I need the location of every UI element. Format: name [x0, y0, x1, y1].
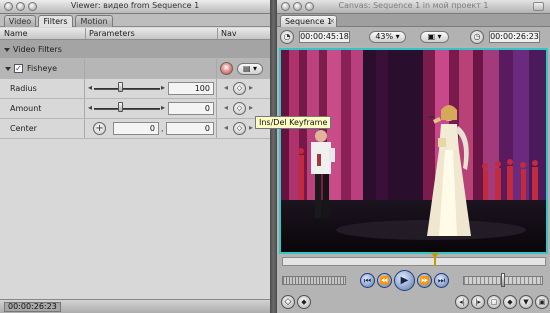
parameter-label-center: Center	[10, 124, 37, 133]
column-nav[interactable]: Nav	[221, 29, 237, 38]
parameter-row-amount: Amount ◂ ▸ 0 ◂ ◇ ▸	[0, 99, 270, 119]
shuttle-thumb[interactable]	[501, 273, 505, 287]
disclosure-triangle-icon[interactable]	[4, 48, 10, 52]
tab-motion[interactable]: Motion	[75, 15, 113, 27]
radius-value-field[interactable]: 100	[168, 82, 214, 95]
parameter-label-amount: Amount	[10, 104, 42, 113]
viewer-title: Viewer: видео from Sequence 1	[70, 1, 200, 10]
match-frame-icon[interactable]: ◇	[281, 295, 295, 309]
next-keyframe-icon[interactable]: ▸	[249, 83, 253, 92]
viewer-timecode[interactable]: 00:00:26:23	[4, 302, 61, 312]
view-mode-icon: ▣	[427, 32, 435, 41]
video-filters-section-row[interactable]: Video Filters	[0, 40, 270, 59]
stage-video-image	[281, 50, 546, 252]
sequence-tab-label: Sequence 1	[284, 17, 333, 26]
mark-clip-button[interactable]: ▢	[487, 295, 501, 309]
amount-slider-track[interactable]	[94, 108, 160, 110]
slider-increase-icon[interactable]: ▸	[161, 83, 165, 92]
close-tab-icon[interactable]: ×	[328, 16, 336, 27]
zoom-value: 43%	[375, 32, 394, 41]
radius-slider-track[interactable]	[94, 88, 160, 90]
add-keyframe-icon[interactable]: ◆	[503, 295, 517, 309]
next-keyframe-icon[interactable]: ▸	[249, 103, 253, 112]
playhead-line	[434, 257, 437, 266]
viewer-titlebar: Viewer: видео from Sequence 1	[0, 0, 270, 14]
canvas-titlebar: Canvas: Sequence 1 in мой проект 1	[277, 0, 550, 14]
point-select-crosshair-icon[interactable]: +	[93, 122, 106, 135]
section-label: Video Filters	[13, 45, 62, 54]
lock-icon[interactable]: ▣	[535, 295, 549, 309]
canvas-scrubber-bar[interactable]	[282, 257, 546, 266]
keyframe-button-amount[interactable]: ◇	[233, 102, 246, 115]
reset-icon[interactable]: ✕	[220, 62, 233, 75]
parameter-column-header: Name Parameters Nav	[0, 28, 270, 40]
amount-value-field[interactable]: 0	[168, 102, 214, 115]
duration-timecode-field[interactable]: 00:00:45:18	[299, 31, 350, 43]
center-separator: ,	[161, 124, 164, 133]
jog-control[interactable]	[282, 276, 346, 285]
keyframe-button-center[interactable]: ◇	[233, 122, 246, 135]
canvas-window: Canvas: Sequence 1 in мой проект 1 Seque…	[277, 0, 550, 313]
tab-filters[interactable]: Filters	[38, 15, 73, 27]
play-around-current-button[interactable]: ⏩	[417, 273, 432, 288]
parameter-row-center: Center + 0 , 0 ◂ ◇ ▸	[0, 119, 270, 139]
play-in-to-out-button[interactable]: ⏪	[377, 273, 392, 288]
column-parameters[interactable]: Parameters	[89, 29, 135, 38]
previous-keyframe-icon[interactable]: ◂	[224, 123, 228, 132]
slider-decrease-icon[interactable]: ◂	[88, 103, 92, 112]
slider-decrease-icon[interactable]: ◂	[88, 83, 92, 92]
disclosure-triangle-icon[interactable]	[5, 67, 11, 71]
canvas-toolbar: ◔ 00:00:45:18 43% ▾ ▣ ▾ ◷ 00:00:26:23	[277, 27, 550, 47]
chevron-down-icon: ▾	[393, 32, 400, 41]
canvas-bottom-buttons: ◇ ◆ ◂| |▸ ▢ ◆ ▼ ▣	[277, 294, 550, 312]
parameter-row-radius: Radius ◂ ▸ 100 ◂ ◇ ▸	[0, 79, 270, 99]
filter-name: Fisheye	[27, 64, 58, 73]
next-keyframe-icon[interactable]: ▸	[249, 123, 253, 132]
go-to-previous-edit-button[interactable]: ⏮	[360, 273, 375, 288]
play-button[interactable]: ▶	[394, 270, 415, 291]
radius-slider-thumb[interactable]	[117, 82, 123, 92]
canvas-tab-row: Sequence 1 ×	[277, 14, 550, 27]
filter-menu-popup[interactable]: ▤ ▾	[237, 63, 263, 75]
viewer-tab-row: Video Filters Motion	[0, 14, 270, 27]
mark-in-icon[interactable]: ◂|	[455, 295, 469, 309]
zoom-popup[interactable]: 43% ▾	[369, 31, 406, 43]
tab-sequence-1[interactable]: Sequence 1 ×	[280, 15, 337, 27]
mark-clip-icon[interactable]: ◆	[297, 295, 311, 309]
current-timecode-icon: ◷	[470, 30, 484, 44]
center-x-field[interactable]: 0	[113, 122, 159, 135]
canvas-title: Canvas: Sequence 1 in мой проект 1	[338, 1, 489, 10]
slider-increase-icon[interactable]: ▸	[161, 103, 165, 112]
timecode-duration-icon: ◔	[280, 30, 294, 44]
go-to-next-edit-button[interactable]: ⏭	[434, 273, 449, 288]
keyframe-button-radius[interactable]: ◇	[233, 82, 246, 95]
center-y-field[interactable]: 0	[166, 122, 214, 135]
previous-keyframe-icon[interactable]: ◂	[224, 103, 228, 112]
keyframe-tooltip: Ins/Del Keyframe	[255, 116, 332, 129]
mark-out-icon[interactable]: |▸	[471, 295, 485, 309]
current-timecode-field[interactable]: 00:00:26:23	[489, 31, 540, 43]
column-name[interactable]: Name	[4, 29, 28, 38]
canvas-video-frame[interactable]	[279, 48, 548, 254]
filter-enable-checkbox[interactable]: ✓	[14, 64, 23, 73]
previous-keyframe-icon[interactable]: ◂	[224, 83, 228, 92]
filter-row-fisheye: ✓ Fisheye ✕ ▤ ▾	[0, 59, 270, 79]
add-marker-icon[interactable]: ▼	[519, 295, 533, 309]
transport-controls: ⏮ ⏪ ▶ ⏩ ⏭	[277, 270, 550, 292]
window-divider[interactable]	[270, 0, 277, 313]
view-popup[interactable]: ▣ ▾	[420, 31, 449, 43]
toolbar-toggle-button[interactable]	[533, 2, 544, 11]
viewer-window: Viewer: видео from Sequence 1 Video Filt…	[0, 0, 270, 313]
tab-video[interactable]: Video	[4, 15, 36, 27]
parameter-label-radius: Radius	[10, 84, 37, 93]
amount-slider-thumb[interactable]	[117, 102, 123, 112]
viewer-footer: 00:00:26:23	[0, 299, 270, 313]
chevron-down-icon: ▾	[435, 32, 442, 41]
